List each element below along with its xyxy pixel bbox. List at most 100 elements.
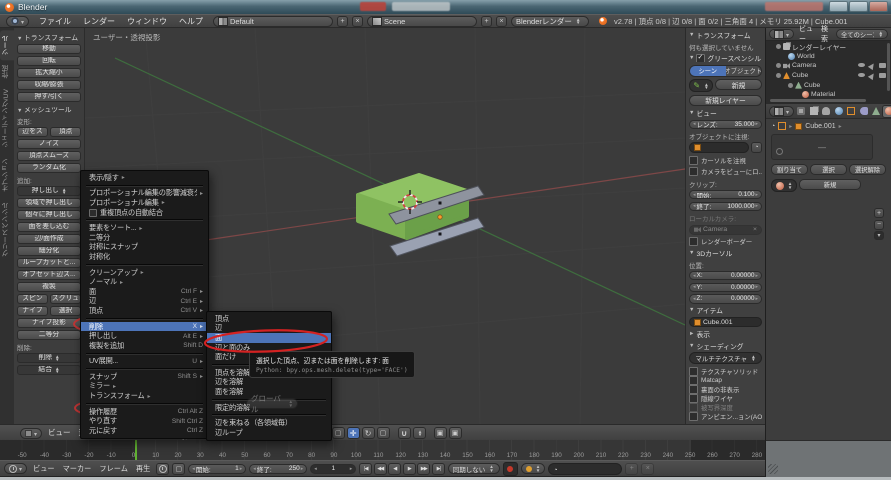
select-button[interactable]: 選択 [810,164,847,175]
menu-item[interactable]: やり直す Shift Ctrl Z [81,416,208,426]
expand-toggle[interactable] [776,44,781,49]
tool-dropdown[interactable]: 削除 [17,353,81,363]
menu-item[interactable]: 操作履歴 Ctrl Alt Z [81,407,208,417]
frame-locked-toggle[interactable] [172,463,185,475]
rotate-manipulator-button[interactable] [362,427,375,439]
tool-button[interactable]: 個々に押し出し [17,210,81,220]
shading-option[interactable]: Matcap [689,376,762,385]
lock-camera-option[interactable]: カメラをビューにロ... [689,167,762,176]
tool-button[interactable]: 収縮/膨張 [17,80,81,90]
material-browse-dropdown[interactable] [771,179,797,192]
tool-shelf-tab[interactable]: グリースペンシル [0,197,14,261]
auto-keyframe-record-button[interactable] [503,462,518,476]
frame-start-field[interactable]: 開始:1 [188,464,246,474]
current-frame-playhead[interactable] [135,440,137,460]
gpencil-datablock-dropdown[interactable] [689,79,713,92]
panel-header-display[interactable]: 表示 [689,330,762,339]
menu-item[interactable]: 辺 Ctrl E [81,297,208,307]
opengl-render-anim-button[interactable] [449,427,462,439]
tool-button[interactable]: 領域で押し出し [17,198,81,208]
cursor-y-field[interactable]: Y:0.00000 [689,283,762,292]
snap-target-dropdown[interactable] [413,427,426,439]
outliner-row[interactable]: Cube [768,71,889,81]
timeline-ruler[interactable]: -50-40-30-20-100102030405060708090100110… [0,440,765,460]
properties-tab[interactable] [808,106,819,117]
shading-mode-dropdown[interactable]: マルチテクスチャ [689,352,762,364]
menu-item[interactable]: ミラー [81,382,208,392]
tool-shelf-tab[interactable]: 作成 [0,60,14,84]
timeline-menu[interactable]: フレーム [96,464,131,474]
tool-button[interactable]: 回転 [17,56,81,66]
outliner-display-filter-dropdown[interactable]: 全てのシーン [836,29,888,39]
pin-icon[interactable] [771,123,775,130]
menu-item[interactable]: 面 [207,333,331,343]
minimize-button[interactable] [829,1,848,12]
panel-header-grease-pencil[interactable]: グリースペンシルレイ... [689,54,762,63]
menubar-menu[interactable]: ファイル [33,17,77,26]
render-engine-dropdown[interactable]: Blenderレンダー [511,16,589,27]
renderability-camera-icon[interactable] [879,73,886,78]
close-button[interactable] [869,1,888,12]
tool-button[interactable]: 面を差し込む [17,222,81,232]
panel-header-mesh-tools[interactable]: メッシュツール [17,104,81,114]
material-slot-list[interactable]: — [771,134,873,160]
menu-item[interactable]: 元に戻す Ctrl Z [81,426,208,436]
sync-mode-dropdown[interactable]: 同期しない [448,463,500,474]
cursor-x-field[interactable]: X:0.00000 [689,271,762,280]
expand-toggle[interactable] [776,73,781,78]
transform-orientation-dropdown[interactable]: グローバル [246,398,298,409]
gpencil-object-toggle[interactable]: オブジェクト [726,66,762,76]
checkbox[interactable] [689,412,698,421]
checkbox[interactable] [689,394,698,403]
menu-item[interactable]: 二等分 [81,233,208,243]
scene-selector[interactable]: Scene [367,16,477,27]
scale-manipulator-button[interactable] [377,427,390,439]
panel-header-item[interactable]: アイテム [689,306,762,315]
tool-button[interactable]: 二等分 [17,330,81,340]
preview-range-toggle[interactable] [156,463,169,475]
playback-button[interactable]: ▶▶ [417,463,430,475]
playback-button[interactable]: ◀ [388,463,401,475]
menu-item[interactable]: 面 Ctrl F [81,287,208,297]
editor-type-dropdown[interactable] [769,106,794,117]
lock-cursor-option[interactable]: カーソルを注視 [689,156,762,165]
tool-shelf-tab[interactable]: オプション [0,153,14,197]
tool-button[interactable]: ランダム化 [17,163,81,173]
tool-dropdown[interactable]: 結合 [17,365,81,375]
tool-button[interactable]: ループカットと... [17,258,81,268]
menu-item[interactable]: プロポーショナル編集の影響減衰タイプ [81,189,208,199]
menu-item[interactable]: UV展開... U [81,357,208,367]
tool-button[interactable]: オフセット辺ス... [17,270,81,280]
menu-item[interactable]: 辺 [207,324,331,334]
menu-item[interactable]: 要素をソート... [81,223,208,233]
checkbox[interactable] [689,237,698,246]
menubar-menu[interactable]: ヘルプ [173,17,209,26]
menubar-menu[interactable]: レンダー [77,17,121,26]
gpencil-new-button[interactable]: 新規 [715,79,762,90]
outliner-row[interactable]: World [768,52,889,62]
playback-button[interactable]: ▶ [403,463,416,475]
panel-header-transform[interactable]: トランスフォーム [689,31,762,40]
playback-button[interactable]: ▶| [432,463,445,475]
delete-keyframe-button[interactable]: × [641,463,654,475]
opengl-render-button[interactable] [434,427,447,439]
timeline-menu[interactable]: ビュー [30,464,58,474]
tool-button[interactable]: 押す/引く [17,92,81,102]
outliner-row[interactable]: Camera [768,61,889,71]
item-name-field[interactable]: Cube.001 [689,317,762,327]
snap-toggle-button[interactable] [398,427,411,439]
menu-item[interactable]: 辺を束ねる（各領域毎） [207,418,331,428]
checkbox[interactable] [689,385,698,394]
menu-item[interactable]: 表示/隠す [81,173,208,183]
checkbox[interactable] [689,156,698,165]
properties-tab[interactable] [858,106,869,117]
shading-option[interactable]: アンビエン...ョン(AO) [689,412,762,421]
panel-header-transform[interactable]: トランスフォーム [17,32,81,42]
shading-option[interactable]: 裏面の非表示 [689,385,762,394]
panel-header-view[interactable]: ビュー [689,108,762,117]
checkbox-checked[interactable] [696,54,705,63]
deselect-button[interactable]: 選択解除 [849,164,886,175]
render-border-option[interactable]: レンダーボーダー [689,237,762,246]
checkbox[interactable] [689,403,698,412]
menu-item[interactable]: トランスフォーム [81,391,208,401]
